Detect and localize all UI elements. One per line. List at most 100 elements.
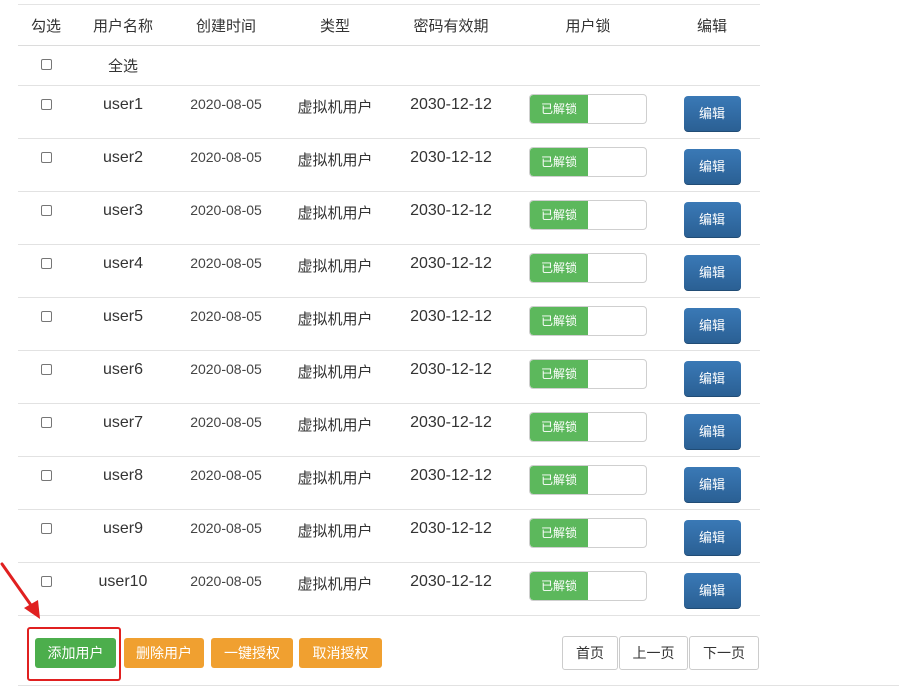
edit-button[interactable]: 编辑: [683, 96, 741, 132]
user-lock-toggle[interactable]: 已解锁: [529, 412, 647, 442]
edit-button[interactable]: 编辑: [683, 414, 741, 450]
row-username: user7: [102, 414, 144, 431]
row-user-type: 虚拟机用户: [297, 311, 373, 328]
row-checkbox[interactable]: [40, 523, 52, 534]
row-checkbox[interactable]: [40, 311, 52, 322]
header-user-lock: 用户锁: [512, 4, 664, 46]
row-created-date: 2020-08-05: [190, 520, 262, 536]
select-all-row: 全选: [18, 46, 760, 86]
row-password-expiry: 2030-12-12: [410, 414, 492, 431]
row-password-expiry: 2030-12-12: [410, 202, 492, 219]
grant-all-button[interactable]: 一键授权: [211, 638, 293, 668]
next-page-button[interactable]: 下一页: [689, 636, 759, 670]
user-lock-toggle[interactable]: 已解锁: [529, 306, 647, 336]
add-user-highlight-box: [27, 627, 121, 681]
header-edit: 编辑: [664, 4, 760, 46]
row-username: user10: [98, 573, 148, 590]
bottom-action-bar: 添加用户 删除用户 一键授权 取消授权 首页 上一页 下一页: [0, 620, 899, 686]
user-table: 勾选 用户名称 创建时间 类型 密码有效期 用户锁 编辑 全选 user1 20…: [18, 4, 760, 616]
edit-button[interactable]: 编辑: [683, 573, 741, 609]
row-username: user3: [102, 202, 144, 219]
row-username: user5: [102, 308, 144, 325]
row-user-type: 虚拟机用户: [297, 364, 373, 381]
row-checkbox[interactable]: [40, 470, 52, 481]
row-username: user1: [102, 96, 144, 113]
row-password-expiry: 2030-12-12: [410, 467, 492, 484]
header-password-expiry: 密码有效期: [390, 4, 512, 46]
row-checkbox[interactable]: [40, 364, 52, 375]
user-lock-toggle[interactable]: 已解锁: [529, 518, 647, 548]
header-type: 类型: [280, 4, 390, 46]
previous-page-button[interactable]: 上一页: [619, 636, 688, 670]
row-checkbox[interactable]: [40, 417, 52, 428]
row-created-date: 2020-08-05: [190, 308, 262, 324]
user-lock-toggle[interactable]: 已解锁: [529, 465, 647, 495]
row-username: user2: [102, 149, 144, 166]
lock-status-label: 已解锁: [530, 572, 588, 600]
table-row: user9 2020-08-05 虚拟机用户 2030-12-12 已解锁 编辑: [18, 510, 760, 563]
header-created: 创建时间: [172, 4, 280, 46]
first-page-button[interactable]: 首页: [562, 636, 618, 670]
user-lock-toggle[interactable]: 已解锁: [529, 359, 647, 389]
row-checkbox[interactable]: [40, 152, 52, 163]
row-password-expiry: 2030-12-12: [410, 255, 492, 272]
row-password-expiry: 2030-12-12: [410, 308, 492, 325]
edit-button[interactable]: 编辑: [683, 202, 741, 238]
row-created-date: 2020-08-05: [190, 202, 262, 218]
row-user-type: 虚拟机用户: [297, 523, 373, 540]
table-header-row: 勾选 用户名称 创建时间 类型 密码有效期 用户锁 编辑: [18, 4, 760, 46]
lock-status-label: 已解锁: [530, 519, 588, 547]
row-created-date: 2020-08-05: [190, 467, 262, 483]
user-lock-toggle[interactable]: 已解锁: [529, 200, 647, 230]
row-checkbox[interactable]: [40, 99, 52, 110]
row-password-expiry: 2030-12-12: [410, 149, 492, 166]
row-username: user9: [102, 520, 144, 537]
row-created-date: 2020-08-05: [190, 96, 262, 112]
edit-button[interactable]: 编辑: [683, 149, 741, 185]
lock-status-label: 已解锁: [530, 413, 588, 441]
table-row: user10 2020-08-05 虚拟机用户 2030-12-12 已解锁 编…: [18, 563, 760, 616]
row-checkbox[interactable]: [40, 258, 52, 269]
revoke-authorization-button[interactable]: 取消授权: [299, 638, 382, 668]
row-created-date: 2020-08-05: [190, 361, 262, 377]
user-lock-toggle[interactable]: 已解锁: [529, 571, 647, 601]
table-row: user4 2020-08-05 虚拟机用户 2030-12-12 已解锁 编辑: [18, 245, 760, 298]
edit-button[interactable]: 编辑: [683, 308, 741, 344]
user-lock-toggle[interactable]: 已解锁: [529, 253, 647, 283]
row-created-date: 2020-08-05: [190, 149, 262, 165]
table-row: user8 2020-08-05 虚拟机用户 2030-12-12 已解锁 编辑: [18, 457, 760, 510]
lock-status-label: 已解锁: [530, 307, 588, 335]
row-password-expiry: 2030-12-12: [410, 361, 492, 378]
row-username: user6: [102, 361, 144, 378]
header-username: 用户名称: [74, 4, 172, 46]
row-user-type: 虚拟机用户: [297, 258, 373, 275]
header-select: 勾选: [18, 4, 74, 46]
row-created-date: 2020-08-05: [190, 414, 262, 430]
lock-status-label: 已解锁: [530, 466, 588, 494]
row-password-expiry: 2030-12-12: [410, 96, 492, 113]
edit-button[interactable]: 编辑: [683, 467, 741, 503]
table-row: user6 2020-08-05 虚拟机用户 2030-12-12 已解锁 编辑: [18, 351, 760, 404]
edit-button[interactable]: 编辑: [683, 255, 741, 291]
table-row: user2 2020-08-05 虚拟机用户 2030-12-12 已解锁 编辑: [18, 139, 760, 192]
user-lock-toggle[interactable]: 已解锁: [529, 147, 647, 177]
row-checkbox[interactable]: [40, 205, 52, 216]
table-row: user5 2020-08-05 虚拟机用户 2030-12-12 已解锁 编辑: [18, 298, 760, 351]
select-all-checkbox[interactable]: [40, 59, 52, 70]
row-user-type: 虚拟机用户: [297, 99, 373, 116]
row-created-date: 2020-08-05: [190, 573, 262, 589]
user-lock-toggle[interactable]: 已解锁: [529, 94, 647, 124]
edit-button[interactable]: 编辑: [683, 520, 741, 556]
row-user-type: 虚拟机用户: [297, 576, 373, 593]
lock-status-label: 已解锁: [530, 148, 588, 176]
red-arrow-icon: [0, 562, 40, 619]
row-user-type: 虚拟机用户: [297, 470, 373, 487]
edit-button[interactable]: 编辑: [683, 361, 741, 397]
row-password-expiry: 2030-12-12: [410, 520, 492, 537]
table-row: user1 2020-08-05 虚拟机用户 2030-12-12 已解锁 编辑: [18, 86, 760, 139]
row-username: user8: [102, 467, 144, 484]
lock-status-label: 已解锁: [530, 95, 588, 123]
table-row: user3 2020-08-05 虚拟机用户 2030-12-12 已解锁 编辑: [18, 192, 760, 245]
delete-user-button[interactable]: 删除用户: [124, 638, 204, 668]
user-table-container: 勾选 用户名称 创建时间 类型 密码有效期 用户锁 编辑 全选 user1 20…: [18, 4, 760, 616]
